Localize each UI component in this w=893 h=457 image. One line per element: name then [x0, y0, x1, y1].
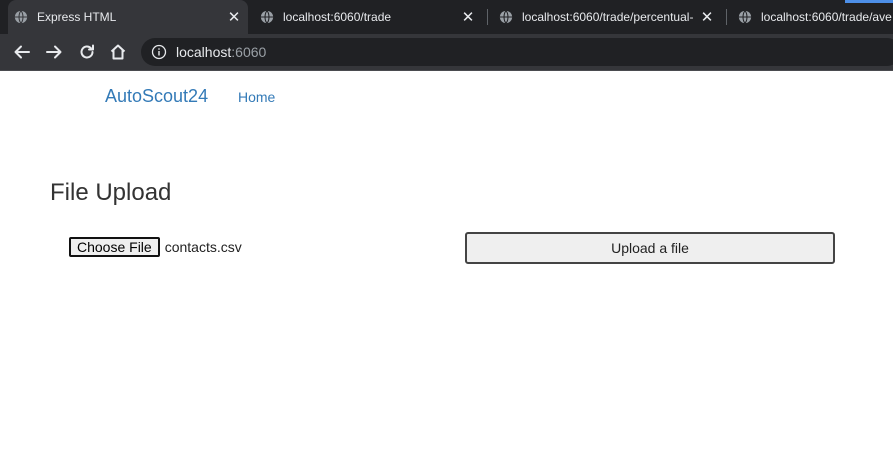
- address-port: :6060: [231, 44, 267, 60]
- tab-trade-average[interactable]: localhost:6060/trade/ave: [732, 0, 893, 34]
- arrow-left-icon: [14, 45, 30, 59]
- tab-trade[interactable]: localhost:6060/trade ✕: [254, 0, 482, 34]
- choose-file-button[interactable]: Choose File: [69, 237, 160, 257]
- close-tab-icon[interactable]: ✕: [699, 9, 715, 26]
- globe-icon: [738, 10, 752, 24]
- tab-strip: Express HTML ✕ localhost:6060/trade ✕ lo…: [0, 0, 893, 34]
- forward-button[interactable]: [42, 40, 66, 64]
- address-bar[interactable]: localhost:6060: [141, 38, 893, 66]
- globe-icon: [14, 10, 28, 24]
- close-tab-icon[interactable]: ✕: [460, 9, 476, 26]
- tab-title: localhost:6060/trade/ave: [761, 10, 892, 24]
- globe-icon: [499, 10, 513, 24]
- info-icon[interactable]: [151, 44, 167, 60]
- close-tab-icon[interactable]: ✕: [226, 9, 242, 26]
- tab-title: localhost:6060/trade: [283, 10, 392, 24]
- page-title: File Upload: [50, 179, 172, 206]
- address-host: localhost: [176, 44, 232, 60]
- upload-button[interactable]: Upload a file: [465, 232, 835, 264]
- tab-separator: [487, 9, 488, 25]
- selected-file-name: contacts.csv: [164, 239, 242, 255]
- tab-title: localhost:6060/trade/percentual-: [522, 10, 694, 24]
- back-button[interactable]: [10, 40, 34, 64]
- tab-title: Express HTML: [37, 10, 117, 24]
- reload-icon: [80, 44, 94, 59]
- brand-link[interactable]: AutoScout24: [105, 86, 208, 107]
- reload-button[interactable]: [75, 40, 99, 64]
- arrow-right-icon: [46, 45, 62, 59]
- nav-home-link[interactable]: Home: [238, 89, 275, 105]
- tab-express-html[interactable]: Express HTML ✕: [8, 0, 248, 34]
- tab-separator: [726, 9, 727, 25]
- globe-icon: [260, 10, 274, 24]
- page-content: AutoScout24 Home File Upload Choose File…: [0, 71, 893, 457]
- home-icon: [110, 44, 126, 60]
- file-input[interactable]: Choose File contacts.csv: [69, 237, 242, 257]
- home-button[interactable]: [106, 40, 130, 64]
- browser-toolbar: localhost:6060: [0, 34, 893, 71]
- tab-trade-percentual[interactable]: localhost:6060/trade/percentual- ✕: [493, 0, 721, 34]
